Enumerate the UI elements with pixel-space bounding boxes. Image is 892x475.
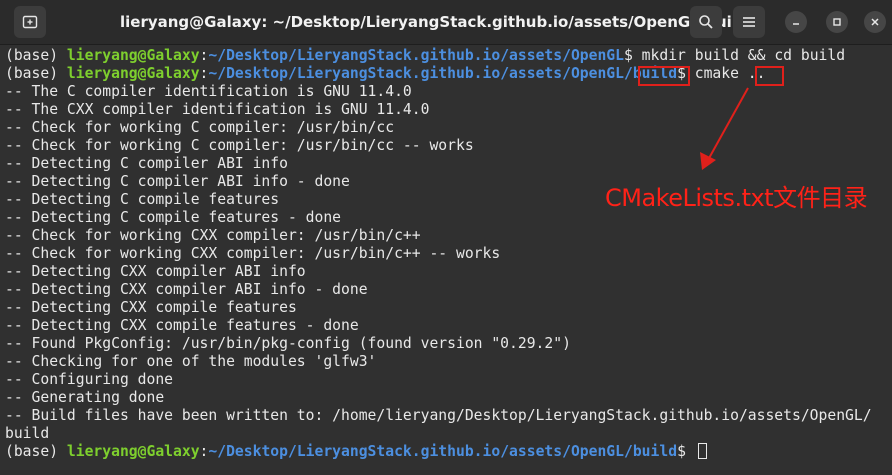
annotation-label: CMakeLists.txt文件目录 [605, 184, 868, 212]
terminal-window: lieryang@Galaxy: ~/Desktop/LieryangStack… [0, 0, 892, 475]
annotation-arrow [700, 87, 749, 170]
